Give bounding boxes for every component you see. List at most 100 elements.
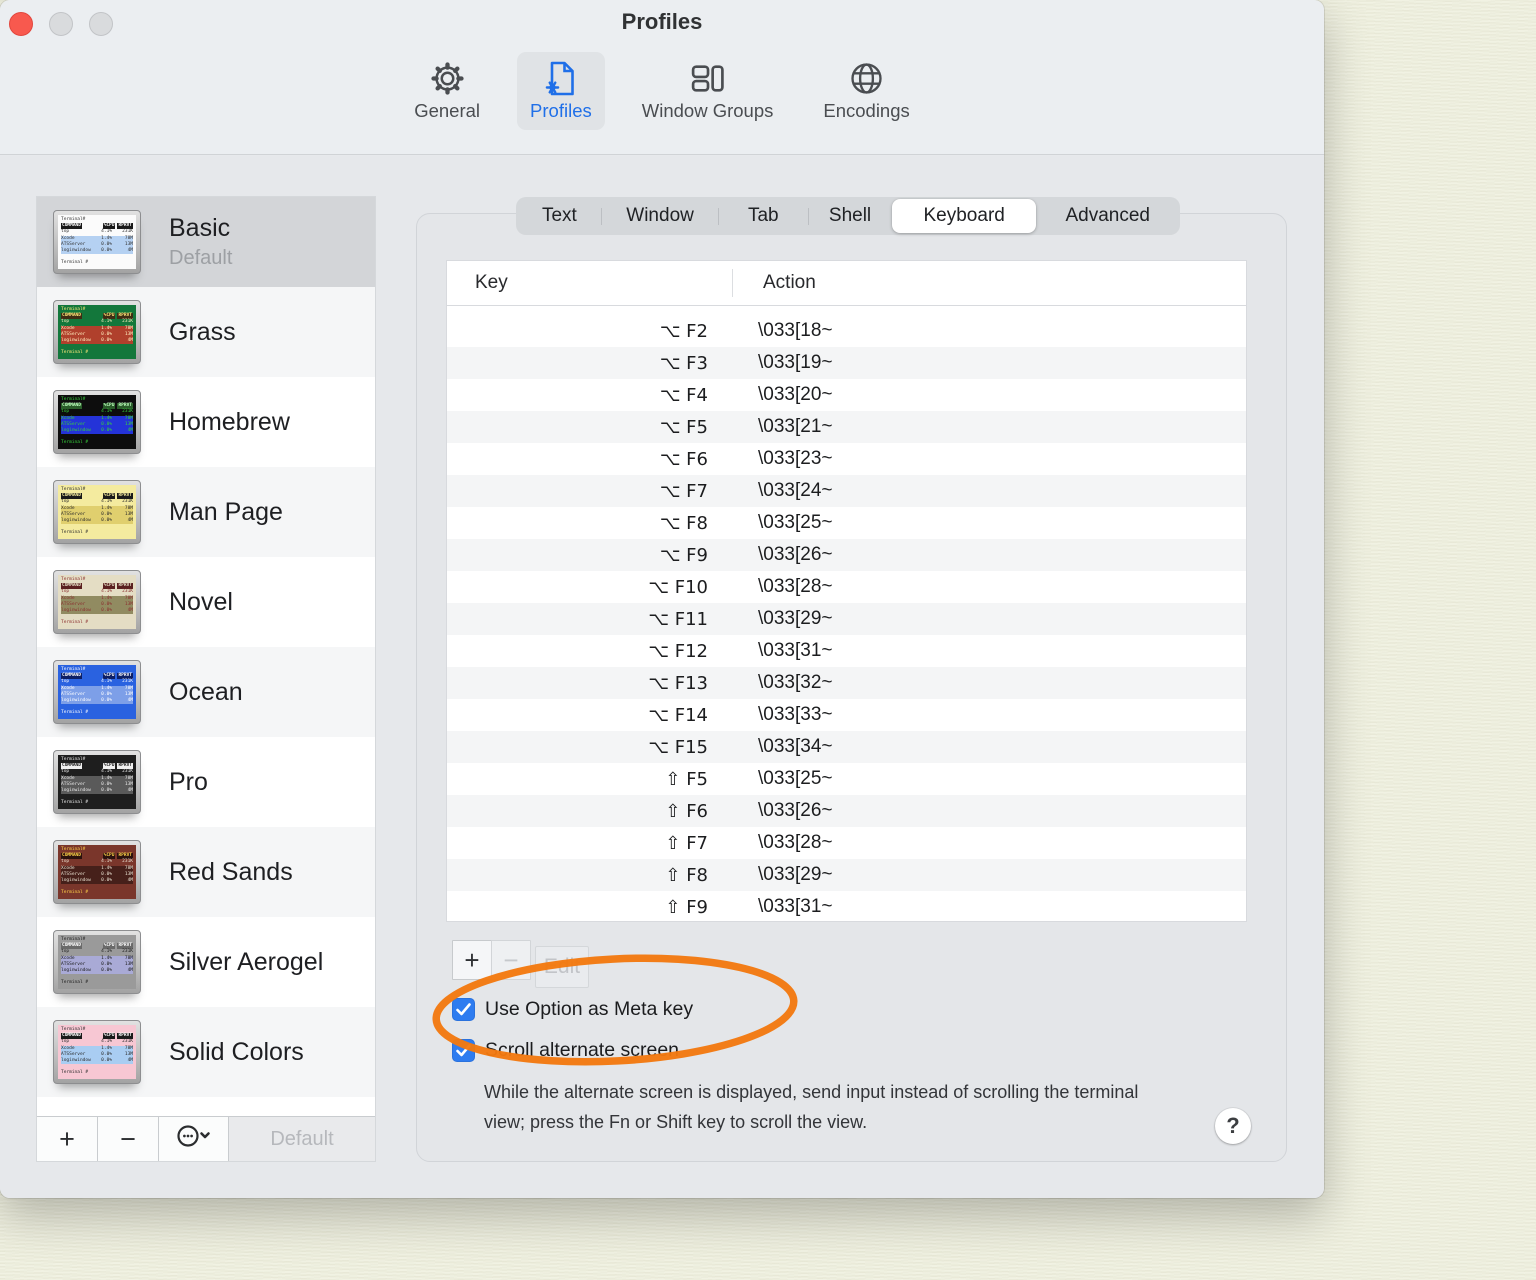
keybinding-row[interactable]: ⇧ F9 \033[31~	[447, 891, 1246, 921]
keybinding-row[interactable]: ⌥ F10 \033[28~	[447, 571, 1246, 603]
add-profile-button[interactable]: +	[37, 1117, 98, 1161]
terminal-preview-frame: Terminal# COMMAND %CPU RPRVT top 4.1% 231K Xcod…	[53, 480, 141, 544]
profile-row-solid-colors[interactable]: Terminal# COMMAND %CPU RPRVT top 4.1% 231K Xcod…	[37, 1007, 375, 1097]
profile-row-grass[interactable]: Terminal# COMMAND %CPU RPRVT top 4.1% 231K Xcod…	[37, 287, 375, 377]
keybinding-row[interactable]: ⌥ F5 \033[21~	[447, 411, 1246, 443]
keybinding-row[interactable]: ⇧ F8 \033[29~	[447, 859, 1246, 891]
window-groups-icon	[689, 59, 726, 97]
keybinding-key: ⌥ F11	[648, 608, 708, 630]
profile-document-icon	[544, 59, 578, 97]
profile-row-pro[interactable]: Terminal# COMMAND %CPU RPRVT top 4.1% 231K Xcod…	[37, 737, 375, 827]
column-divider	[732, 269, 733, 297]
profile-row-basic[interactable]: Terminal# COMMAND %CPU RPRVT top 4.1% 231K Xcod…	[37, 197, 375, 287]
keybinding-action: \033[33~	[758, 704, 833, 725]
profile-label: Basic Default	[169, 214, 232, 270]
profile-thumbnail: Terminal# COMMAND %CPU RPRVT top 4.1% 231K Xcod…	[53, 750, 141, 814]
keybinding-row[interactable]: ⌥ F7 \033[24~	[447, 475, 1246, 507]
keybinding-action: \033[31~	[758, 640, 833, 661]
terminal-preview-frame: Terminal# COMMAND %CPU RPRVT top 4.1% 231K Xcod…	[53, 210, 141, 274]
toolbar-item-general[interactable]: General	[401, 52, 493, 130]
keybinding-row[interactable]: ⇧ F6 \033[26~	[447, 795, 1246, 827]
tab-keyboard[interactable]: Keyboard	[891, 199, 1037, 233]
keybinding-key: ⌥ F7	[659, 480, 708, 502]
toolbar-item-profiles[interactable]: Profiles	[517, 52, 605, 130]
profile-label: Man Page	[169, 498, 283, 527]
keybinding-action: \033[20~	[758, 384, 833, 405]
remove-keybinding-button[interactable]: −	[491, 940, 531, 980]
terminal-preview-screen: Terminal# COMMAND %CPU RPRVT top 4.1% 231K Xcod…	[58, 215, 136, 269]
keybinding-row[interactable]: ⇧ F7 \033[28~	[447, 827, 1246, 859]
profile-list: Terminal# COMMAND %CPU RPRVT top 4.1% 231K Xcod…	[37, 197, 375, 1097]
terminal-preview-frame: Terminal# COMMAND %CPU RPRVT top 4.1% 231K Xcod…	[53, 390, 141, 454]
keybinding-row[interactable]: ⌥ F14 \033[33~	[447, 699, 1246, 731]
profile-row-red-sands[interactable]: Terminal# COMMAND %CPU RPRVT top 4.1% 231K Xcod…	[37, 827, 375, 917]
terminal-preview-screen: Terminal# COMMAND %CPU RPRVT top 4.1% 231K Xcod…	[58, 1025, 136, 1079]
toolbar-item-window-groups[interactable]: Window Groups	[629, 52, 787, 130]
keybinding-row[interactable]: ⌥ F13 \033[32~	[447, 667, 1246, 699]
edit-keybinding-button[interactable]: Edit	[535, 946, 589, 988]
scroll-alternate-screen-checkbox[interactable]: Scroll alternate screen	[452, 1039, 679, 1062]
profile-row-silver-aerogel[interactable]: Terminal# COMMAND %CPU RPRVT top 4.1% 231K Xcod…	[37, 917, 375, 1007]
profile-thumbnail: Terminal# COMMAND %CPU RPRVT top 4.1% 231K Xcod…	[53, 300, 141, 364]
keybinding-row[interactable]: ⌥ F15 \033[34~	[447, 731, 1246, 763]
keybinding-row[interactable]: ⌥ F2 \033[18~	[447, 315, 1246, 347]
window-title: Profiles	[621, 9, 703, 34]
column-header-action[interactable]: Action	[763, 272, 816, 294]
terminal-preview-screen: Terminal# COMMAND %CPU RPRVT top 4.1% 231K Xcod…	[58, 575, 136, 629]
keybinding-key: ⌥ F4	[659, 384, 708, 406]
terminal-preview-frame: Terminal# COMMAND %CPU RPRVT top 4.1% 231K Xcod…	[53, 840, 141, 904]
checkbox-checked-icon[interactable]	[452, 998, 475, 1021]
profile-row-novel[interactable]: Terminal# COMMAND %CPU RPRVT top 4.1% 231K Xcod…	[37, 557, 375, 647]
terminal-preview-screen: Terminal# COMMAND %CPU RPRVT top 4.1% 231K Xcod…	[58, 665, 136, 719]
keybinding-row[interactable]: ⌥ F6 \033[23~	[447, 443, 1246, 475]
keybinding-key: ⇧ F7	[665, 832, 708, 854]
tab-window[interactable]: Window	[602, 199, 719, 233]
keybinding-row[interactable]: ⇧ F5 \033[25~	[447, 763, 1246, 795]
tab-advanced[interactable]: Advanced	[1036, 199, 1179, 233]
tab-text[interactable]: Text	[517, 199, 602, 233]
help-button[interactable]: ?	[1215, 1108, 1251, 1144]
keybindings-rows: ⌥ F2 \033[18~ ⌥ F3 \033[19~ ⌥ F4 \033[20~ ⌥ F5…	[447, 315, 1246, 921]
profile-row-ocean[interactable]: Terminal# COMMAND %CPU RPRVT top 4.1% 231K Xcod…	[37, 647, 375, 737]
checkbox-checked-icon[interactable]	[452, 1039, 475, 1062]
keybinding-key: ⌥ F15	[648, 736, 708, 758]
column-header-key[interactable]: Key	[447, 272, 508, 294]
use-option-as-meta-key-checkbox[interactable]: Use Option as Meta key	[452, 998, 693, 1021]
terminal-preview-screen: Terminal# COMMAND %CPU RPRVT top 4.1% 231K Xcod…	[58, 845, 136, 899]
profile-row-man-page[interactable]: Terminal# COMMAND %CPU RPRVT top 4.1% 231K Xcod…	[37, 467, 375, 557]
profile-name: Red Sands	[169, 857, 293, 886]
profile-thumbnail: Terminal# COMMAND %CPU RPRVT top 4.1% 231K Xcod…	[53, 570, 141, 634]
set-default-button[interactable]: Default	[229, 1117, 375, 1161]
keybinding-row[interactable]: ⌥ F12 \033[31~	[447, 635, 1246, 667]
keybinding-action: \033[28~	[758, 576, 833, 597]
alternate-screen-description: While the alternate screen is displayed,…	[484, 1082, 1139, 1132]
checkbox-label: Use Option as Meta key	[485, 998, 694, 1020]
more-options-button[interactable]	[159, 1117, 229, 1161]
tab-tab[interactable]: Tab	[718, 199, 808, 233]
add-keybinding-button[interactable]: +	[452, 940, 492, 980]
terminal-preview-frame: Terminal# COMMAND %CPU RPRVT top 4.1% 231K Xcod…	[53, 570, 141, 634]
globe-icon	[848, 59, 885, 97]
keybinding-key: ⌥ F2	[659, 320, 708, 342]
remove-profile-button[interactable]: −	[98, 1117, 159, 1161]
toolbar-item-label: Window Groups	[641, 100, 774, 121]
tab-shell[interactable]: Shell	[808, 199, 892, 233]
keybinding-row[interactable]: ⌥ F9 \033[26~	[447, 539, 1246, 571]
keybinding-key: ⌥ F6	[659, 448, 708, 470]
terminal-preview-frame: Terminal# COMMAND %CPU RPRVT top 4.1% 231K Xcod…	[53, 930, 141, 994]
keybinding-key: ⌥ F12	[648, 640, 708, 662]
keybinding-action: \033[25~	[758, 768, 833, 789]
toolbar-item-label: General	[414, 100, 481, 121]
profile-row-homebrew[interactable]: Terminal# COMMAND %CPU RPRVT top 4.1% 231K Xcod…	[37, 377, 375, 467]
profile-thumbnail: Terminal# COMMAND %CPU RPRVT top 4.1% 231K Xcod…	[53, 840, 141, 904]
keybinding-action: \033[32~	[758, 672, 833, 693]
keybinding-action: \033[23~	[758, 448, 833, 469]
keybinding-action: \033[29~	[758, 864, 833, 885]
keybinding-row[interactable]: ⌥ F11 \033[29~	[447, 603, 1246, 635]
toolbar-item-encodings[interactable]: Encodings	[810, 52, 922, 130]
keybinding-row[interactable]: ⌥ F4 \033[20~	[447, 379, 1246, 411]
keybinding-action: \033[19~	[758, 352, 833, 373]
keybinding-row[interactable]: ⌥ F3 \033[19~	[447, 347, 1246, 379]
keybinding-row[interactable]: ⌥ F8 \033[25~	[447, 507, 1246, 539]
keybinding-key: ⌥ F9	[659, 544, 708, 566]
